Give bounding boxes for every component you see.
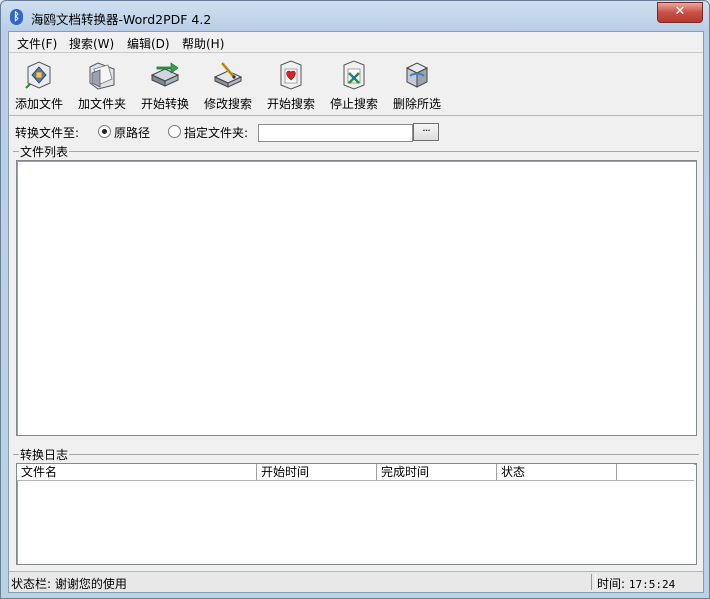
menu-help[interactable]: 帮助(H) — [182, 35, 224, 52]
log-group-border — [13, 454, 699, 455]
convert-to-label: 转换文件至: — [15, 126, 80, 140]
delete-selected-label: 删除所选 — [392, 97, 441, 111]
original-path-label[interactable]: 原路径 — [114, 124, 150, 141]
time-value: 17:5:24 — [628, 578, 676, 591]
start-convert-icon — [150, 62, 180, 87]
delete-selected-button[interactable]: 删除所选 — [384, 55, 450, 113]
start-search-label: 开始搜索 — [266, 97, 315, 111]
column-header-end-time[interactable]: 完成时间 — [377, 464, 497, 480]
add-file-button[interactable]: 添加文件 — [6, 55, 72, 113]
radio-original-path[interactable] — [98, 125, 111, 138]
browse-button[interactable]: ··· — [413, 123, 439, 141]
specified-folder-label[interactable]: 指定文件夹: — [184, 124, 248, 141]
title-bar[interactable]: ᛒ 海鸥文档转换器-Word2PDF 4.2 ✕ — [1, 1, 709, 31]
toolbar: 添加文件 加文件夹 开始转换 修改搜索 开始搜索 停止搜索 删除所选 — [9, 53, 703, 116]
status-separator — [591, 574, 596, 590]
start-convert-label: 开始转换 — [140, 97, 189, 111]
edit-search-button[interactable]: 修改搜索 — [195, 55, 261, 113]
start-search-button[interactable]: 开始搜索 — [258, 55, 324, 113]
window-title: 海鸥文档转换器-Word2PDF 4.2 — [31, 12, 212, 27]
time-label: 时间: — [597, 577, 626, 591]
log-column-headers: 文件名 开始时间 完成时间 状态 — [17, 464, 694, 481]
menu-edit[interactable]: 编辑(D) — [127, 35, 170, 52]
add-file-label: 添加文件 — [14, 97, 63, 111]
convert-destination-row: 转换文件至: 原路径 指定文件夹: ··· — [9, 121, 703, 143]
file-list-title: 文件列表 — [19, 143, 70, 160]
stop-search-icon — [343, 60, 365, 90]
folder-path-input[interactable] — [258, 124, 413, 142]
add-folder-label: 加文件夹 — [77, 97, 126, 111]
edit-search-label: 修改搜索 — [203, 97, 252, 111]
file-list-group-border — [13, 151, 699, 152]
column-header-filename[interactable]: 文件名 — [17, 464, 257, 480]
column-header-status[interactable]: 状态 — [497, 464, 617, 480]
delete-selected-icon — [405, 62, 429, 88]
stop-search-label: 停止搜索 — [329, 97, 378, 111]
edit-search-icon — [213, 62, 243, 88]
close-button[interactable]: ✕ — [657, 2, 703, 23]
column-header-extra[interactable] — [617, 464, 694, 480]
add-folder-icon — [89, 62, 115, 90]
log-title: 转换日志 — [19, 446, 70, 463]
add-file-icon — [25, 61, 51, 89]
start-convert-button[interactable]: 开始转换 — [132, 55, 198, 113]
start-search-icon — [280, 60, 302, 90]
radio-specified-folder[interactable] — [168, 125, 181, 138]
stop-search-button[interactable]: 停止搜索 — [321, 55, 387, 113]
column-header-start-time[interactable]: 开始时间 — [257, 464, 377, 480]
status-time: 时间: 17:5:24 — [597, 575, 675, 592]
menu-file[interactable]: 文件(F) — [17, 35, 57, 52]
menu-bar: 文件(F) 搜索(W) 编辑(D) 帮助(H) — [9, 32, 703, 53]
file-list[interactable] — [16, 160, 697, 436]
client-area: 文件(F) 搜索(W) 编辑(D) 帮助(H) 添加文件 加文件夹 开始转换 修… — [8, 31, 704, 593]
app-icon: ᛒ — [10, 9, 23, 25]
add-folder-button[interactable]: 加文件夹 — [69, 55, 135, 113]
app-window: ᛒ 海鸥文档转换器-Word2PDF 4.2 ✕ 文件(F) 搜索(W) 编辑(… — [0, 0, 710, 599]
status-bar: 状态栏: 谢谢您的使用 时间: 17:5:24 — [9, 571, 703, 592]
status-text: 状态栏: 谢谢您的使用 — [11, 577, 127, 591]
menu-search[interactable]: 搜索(W) — [69, 35, 114, 52]
